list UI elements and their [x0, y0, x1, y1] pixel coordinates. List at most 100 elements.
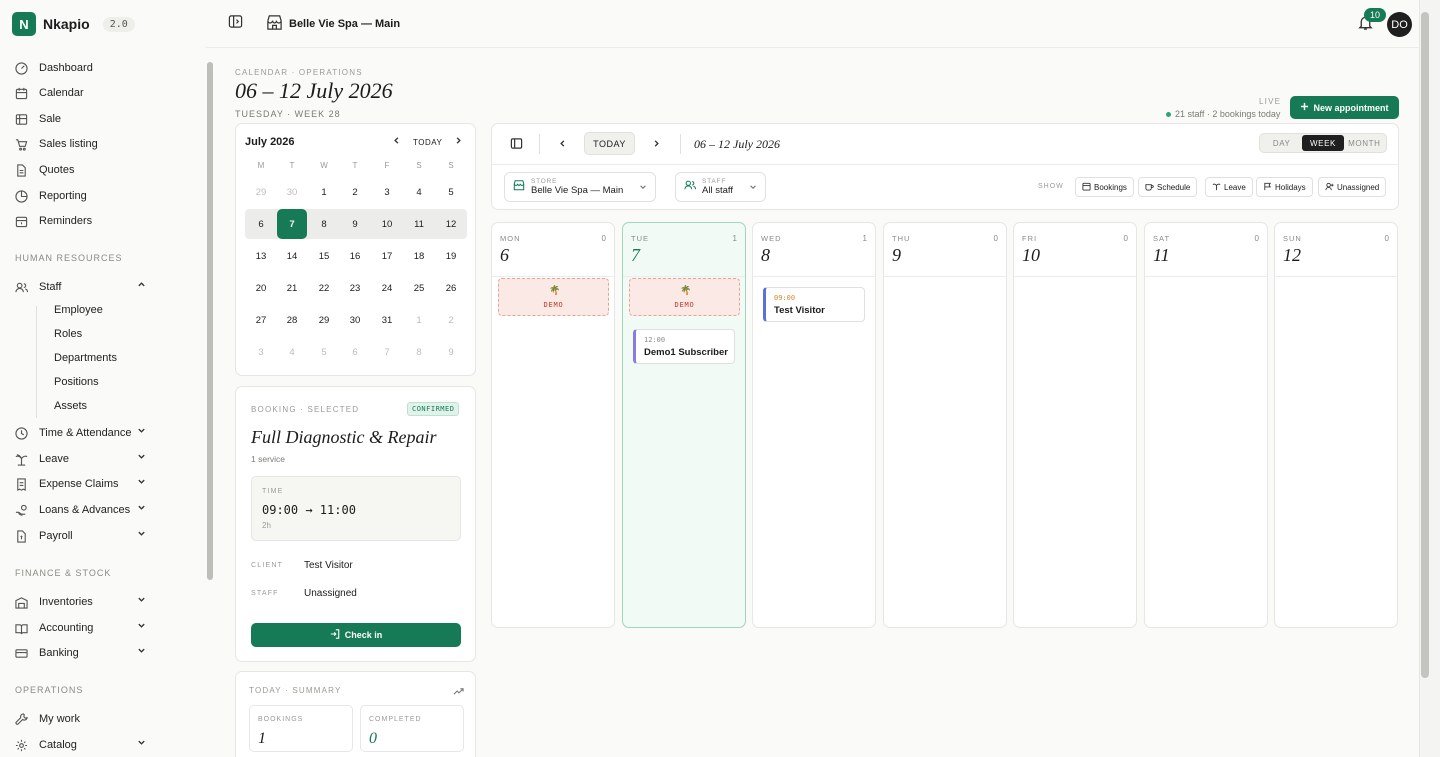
check-in-button[interactable]: Check in: [251, 623, 461, 647]
day-column-tue[interactable]: TUE 1 7 🌴 DEMO 12:00 Demo1 Subscriber: [622, 222, 746, 628]
sidebar-item-sales-listing[interactable]: Sales listing: [14, 132, 154, 156]
mini-calendar-day[interactable]: 2: [340, 177, 370, 207]
demo-block[interactable]: 🌴 DEMO: [498, 278, 609, 316]
mini-calendar-day[interactable]: 19: [436, 241, 466, 271]
chip-leave[interactable]: Leave: [1205, 177, 1253, 197]
view-week-button[interactable]: WEEK: [1302, 135, 1344, 151]
today-button[interactable]: TODAY: [584, 132, 635, 155]
mini-calendar-day[interactable]: 6: [340, 337, 370, 367]
sidebar-item-leave[interactable]: Leave: [14, 447, 154, 471]
staff-filter[interactable]: STAFF All staff: [675, 172, 766, 202]
sidebar-item-quotes[interactable]: Quotes: [14, 158, 154, 182]
panel-toggle-icon[interactable]: [228, 14, 243, 34]
mini-calendar-day[interactable]: 9: [436, 337, 466, 367]
store-selector[interactable]: Belle Vie Spa — Main: [266, 14, 400, 34]
sidebar-item-payroll[interactable]: Payroll: [14, 524, 154, 548]
sidebar-item-calendar[interactable]: Calendar: [14, 81, 154, 105]
scrollbar-thumb[interactable]: [1421, 12, 1429, 678]
chevron-right-icon[interactable]: [652, 139, 661, 148]
sidebar-subitem-roles[interactable]: Roles: [54, 328, 82, 340]
demo-block[interactable]: 🌴 DEMO: [629, 278, 740, 316]
mini-calendar-day[interactable]: 22: [309, 273, 339, 303]
mini-calendar-day[interactable]: 31: [372, 305, 402, 335]
mini-calendar-day[interactable]: 16: [340, 241, 370, 271]
sidebar-item-loans-advances[interactable]: Loans & Advances: [14, 498, 154, 522]
mini-calendar-day[interactable]: 8: [309, 209, 339, 239]
mini-calendar-day[interactable]: 27: [246, 305, 276, 335]
mini-calendar-day[interactable]: 6: [246, 209, 276, 239]
mini-calendar-day[interactable]: 5: [309, 337, 339, 367]
mini-calendar-day[interactable]: 7: [277, 209, 307, 239]
mini-calendar-day[interactable]: 4: [277, 337, 307, 367]
mini-calendar-day[interactable]: 5: [436, 177, 466, 207]
mini-calendar-day[interactable]: 12: [436, 209, 466, 239]
mini-calendar-day[interactable]: 29: [246, 177, 276, 207]
sidebar-item-my-work[interactable]: My work: [14, 707, 154, 731]
sidebar-item-reminders[interactable]: Reminders: [14, 209, 154, 233]
day-column-sat[interactable]: SAT 0 11: [1144, 222, 1268, 628]
sidebar-subitem-employee[interactable]: Employee: [54, 304, 103, 316]
mini-calendar-day[interactable]: 1: [309, 177, 339, 207]
mini-calendar-day[interactable]: 11: [404, 209, 434, 239]
mini-calendar-day[interactable]: 18: [404, 241, 434, 271]
mini-calendar-day[interactable]: 30: [277, 177, 307, 207]
day-column-fri[interactable]: FRI 0 10: [1013, 222, 1137, 628]
chevron-left-icon[interactable]: [558, 139, 567, 148]
view-day-button[interactable]: DAY: [1261, 135, 1302, 151]
mini-calendar-day[interactable]: 9: [340, 209, 370, 239]
mini-calendar-day[interactable]: 10: [372, 209, 402, 239]
sidebar-subitem-positions[interactable]: Positions: [54, 376, 99, 388]
chip-bookings[interactable]: Bookings: [1075, 177, 1134, 197]
new-appointment-button[interactable]: New appointment: [1290, 96, 1399, 119]
day-column-thu[interactable]: THU 0 9: [883, 222, 1007, 628]
sidebar-item-inventories[interactable]: Inventories: [14, 590, 154, 614]
mini-calendar-day[interactable]: 17: [372, 241, 402, 271]
sidebar-subitem-departments[interactable]: Departments: [54, 352, 117, 364]
mini-calendar-day[interactable]: 23: [340, 273, 370, 303]
mini-calendar-day[interactable]: 30: [340, 305, 370, 335]
chip-schedule[interactable]: Schedule: [1138, 177, 1198, 197]
main-scrollbar[interactable]: [1419, 0, 1440, 757]
mini-calendar-day[interactable]: 20: [246, 273, 276, 303]
mini-calendar-day[interactable]: 1: [404, 305, 434, 335]
mini-calendar-day[interactable]: 4: [404, 177, 434, 207]
brand[interactable]: N Nkapio 2.0: [12, 12, 135, 36]
day-column-wed[interactable]: WED 1 8 09:00 Test Visitor: [752, 222, 876, 628]
view-month-button[interactable]: MONTH: [1344, 135, 1385, 151]
avatar[interactable]: DO: [1387, 12, 1412, 37]
sidebar-item-sale[interactable]: Sale: [14, 107, 154, 131]
chevron-right-icon[interactable]: [454, 136, 463, 148]
mini-calendar-day[interactable]: 2: [436, 305, 466, 335]
mini-calendar-day[interactable]: 3: [246, 337, 276, 367]
mini-calendar-day[interactable]: 7: [372, 337, 402, 367]
mini-calendar-day[interactable]: 13: [246, 241, 276, 271]
appointment-event[interactable]: 12:00 Demo1 Subscriber: [633, 329, 735, 364]
mini-calendar-day[interactable]: 24: [372, 273, 402, 303]
sidebar-item-staff[interactable]: Staff: [14, 275, 154, 299]
day-column-mon[interactable]: MON 0 6 🌴 DEMO: [491, 222, 615, 628]
sidebar-item-catalog[interactable]: Catalog: [14, 733, 154, 757]
mini-calendar-day[interactable]: 26: [436, 273, 466, 303]
sidebar-item-reporting[interactable]: Reporting: [14, 184, 154, 208]
mini-calendar-day[interactable]: 3: [372, 177, 402, 207]
sidebar-item-time-attendance[interactable]: Time & Attendance: [14, 421, 154, 445]
sidebar-item-banking[interactable]: Banking: [14, 641, 154, 665]
sidebar-item-expense-claims[interactable]: Expense Claims: [14, 472, 154, 496]
mini-calendar-day[interactable]: 8: [404, 337, 434, 367]
chip-holidays[interactable]: Holidays: [1256, 177, 1313, 197]
mini-calendar-day[interactable]: 21: [277, 273, 307, 303]
sidebar-panel-icon[interactable]: [510, 137, 523, 150]
mini-calendar-day[interactable]: 25: [404, 273, 434, 303]
appointment-event[interactable]: 09:00 Test Visitor: [763, 287, 865, 322]
chevron-left-icon[interactable]: [392, 136, 401, 148]
sidebar-item-accounting[interactable]: Accounting: [14, 616, 154, 640]
day-column-sun[interactable]: SUN 0 12: [1274, 222, 1398, 628]
sidebar-subitem-assets[interactable]: Assets: [54, 400, 87, 412]
sidebar-scrollbar[interactable]: [207, 62, 213, 580]
mini-calendar-today-button[interactable]: TODAY: [413, 138, 442, 147]
mini-calendar-day[interactable]: 29: [309, 305, 339, 335]
chip-unassigned[interactable]: Unassigned: [1318, 177, 1387, 197]
mini-calendar-day[interactable]: 28: [277, 305, 307, 335]
store-filter[interactable]: STORE Belle Vie Spa — Main: [504, 172, 656, 202]
mini-calendar-day[interactable]: 14: [277, 241, 307, 271]
